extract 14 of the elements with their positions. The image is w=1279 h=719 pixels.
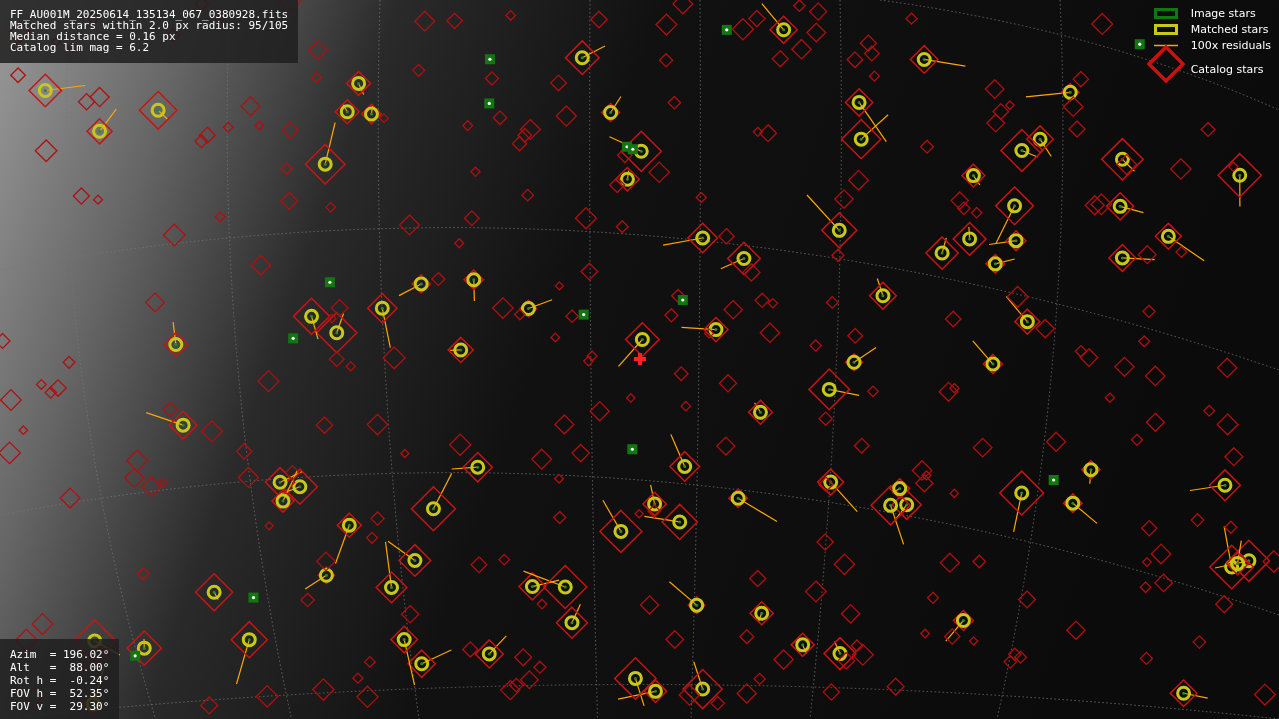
info-line: Catalog lim mag = 6.2 <box>10 42 151 53</box>
info-line: FOV v = 29.30° <box>10 700 110 713</box>
legend-label: Matched stars <box>1190 23 1270 36</box>
legend-label: Catalog stars <box>1190 62 1265 76</box>
legend-label: 100x residuals <box>1190 39 1271 52</box>
info-line: FF_AU001M_20250614_135134_067_0380928.fits <box>10 9 289 20</box>
info-line: Alt = 88.00° <box>10 661 110 674</box>
info-line: Azim = 196.02° <box>10 648 110 661</box>
legend-label: Image stars <box>1190 7 1257 20</box>
center-cross-icon <box>634 353 646 365</box>
info-line: Rot h = -0.24° <box>10 674 110 687</box>
info-line: Matched stars within 2.0 px radius: 95/105 <box>10 20 289 31</box>
info-line: FOV h = 52.35° <box>10 687 110 700</box>
info-line: Median distance = 0.16 px <box>10 31 176 42</box>
